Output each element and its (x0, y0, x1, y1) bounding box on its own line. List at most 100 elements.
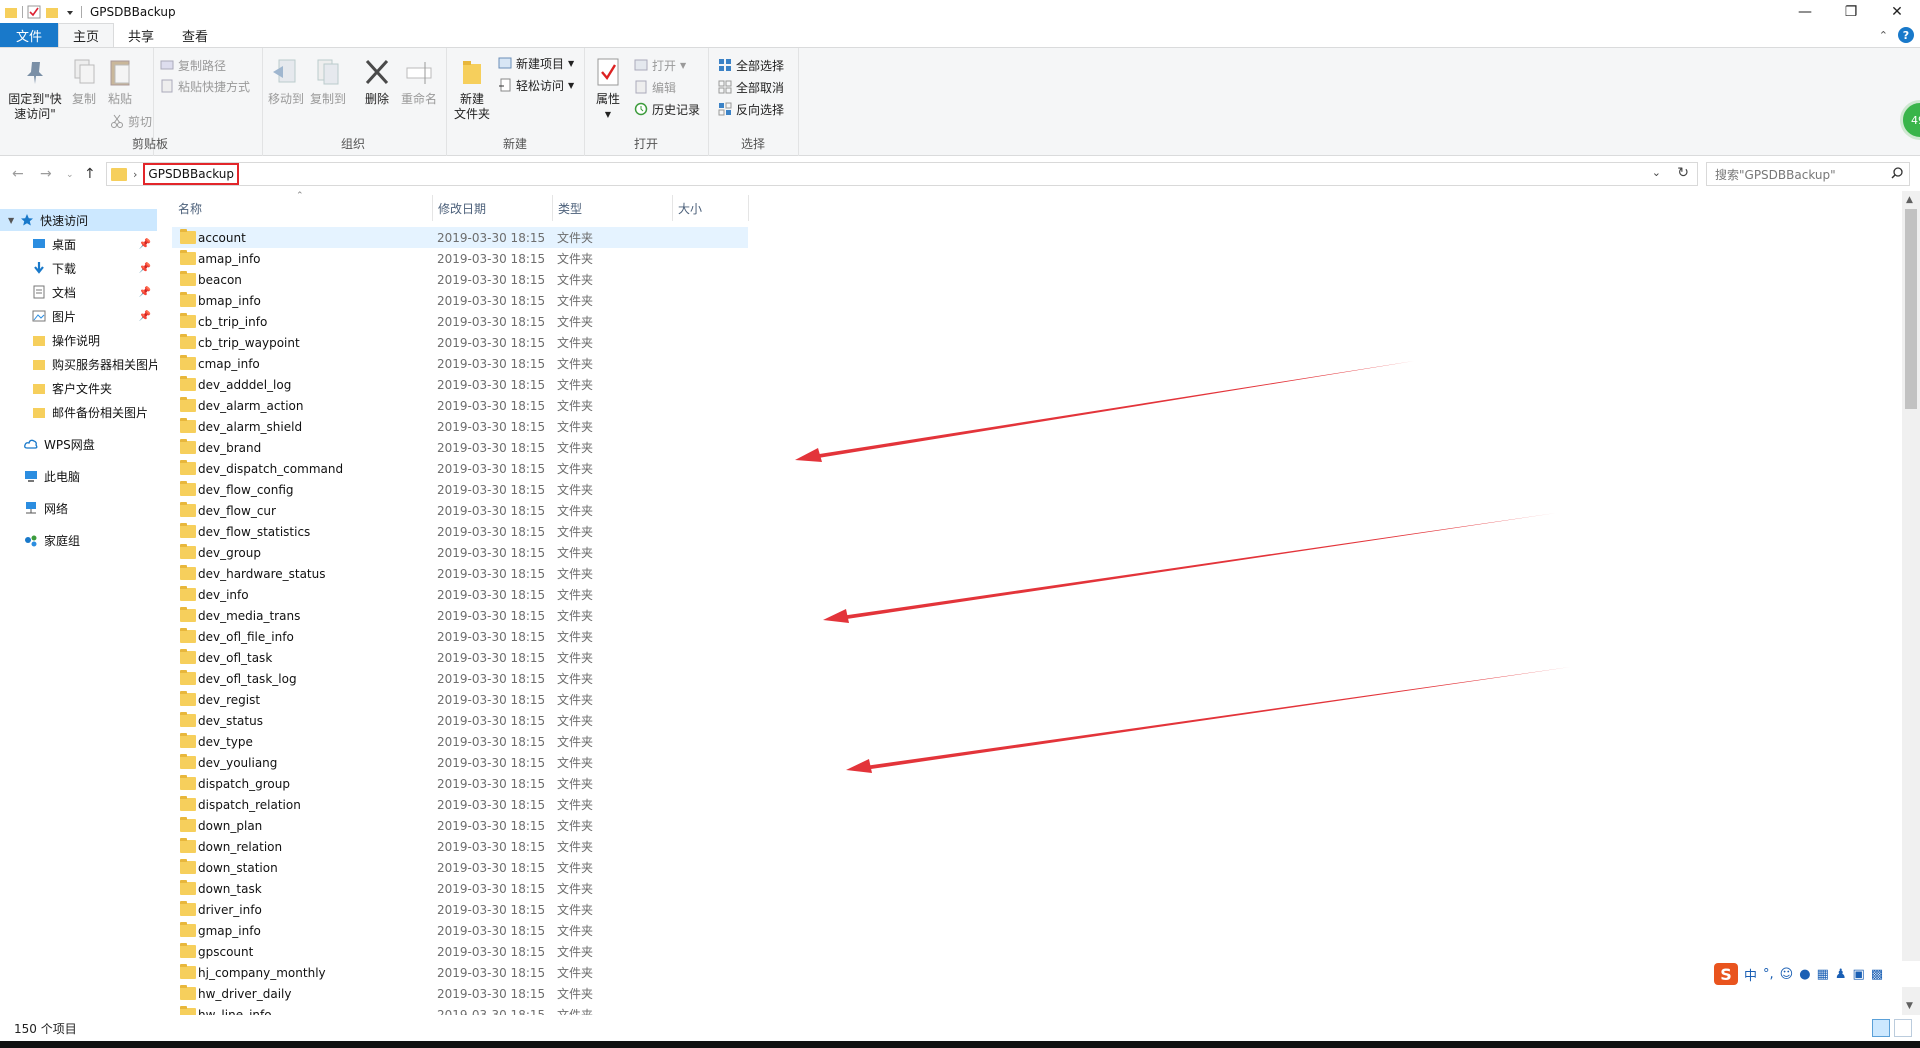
details-view-icon[interactable] (1872, 1019, 1890, 1037)
column-header-name[interactable]: 名称 (172, 191, 432, 225)
table-row[interactable]: down_plan 2019-03-30 18:15 文件夹 (172, 815, 748, 836)
copy-button[interactable]: 复制 (68, 56, 100, 107)
scroll-up-icon[interactable]: ▲ (1906, 195, 1913, 205)
nav-homegroup[interactable]: 家庭组 (0, 529, 157, 551)
table-row[interactable]: bmap_info 2019-03-30 18:15 文件夹 (172, 290, 748, 311)
large-icons-view-icon[interactable] (1894, 1019, 1912, 1037)
table-row[interactable]: dev_alarm_shield 2019-03-30 18:15 文件夹 (172, 416, 748, 437)
ime-mode[interactable]: 中 (1744, 965, 1757, 984)
table-row[interactable]: cmap_info 2019-03-30 18:15 文件夹 (172, 353, 748, 374)
apps-grid-icon[interactable]: ▩ (1871, 967, 1883, 982)
table-row[interactable]: dev_hardware_status 2019-03-30 18:15 文件夹 (172, 563, 748, 584)
column-header-type[interactable]: 类型 (552, 191, 672, 225)
breadcrumb-current[interactable]: GPSDBBackup (143, 163, 240, 185)
column-header-size[interactable]: 大小 (672, 191, 748, 225)
nav-folder-server-images[interactable]: 购买服务器相关图片 (0, 353, 157, 375)
address-dropdown-icon[interactable]: ⌄ (1652, 166, 1661, 179)
table-row[interactable]: dev_media_trans 2019-03-30 18:15 文件夹 (172, 605, 748, 626)
table-row[interactable]: dispatch_relation 2019-03-30 18:15 文件夹 (172, 794, 748, 815)
table-row[interactable]: dev_youliang 2019-03-30 18:15 文件夹 (172, 752, 748, 773)
invert-selection-button[interactable]: 反向选择 (718, 100, 784, 118)
table-row[interactable]: down_task 2019-03-30 18:15 文件夹 (172, 878, 748, 899)
nav-quick-access[interactable]: ▼ 快速访问 (0, 209, 157, 231)
rename-button[interactable]: 重命名 (398, 56, 440, 107)
back-arrow-icon[interactable]: ← (12, 166, 24, 182)
table-row[interactable]: account 2019-03-30 18:15 文件夹 (172, 227, 748, 248)
table-row[interactable]: dev_brand 2019-03-30 18:15 文件夹 (172, 437, 748, 458)
nav-pictures[interactable]: 图片 📌 (0, 305, 157, 327)
nav-desktop[interactable]: 桌面 📌 (0, 233, 157, 255)
search-input[interactable]: 搜索"GPSDBBackup" (1706, 162, 1910, 186)
easy-access-button[interactable]: 轻松访问 ▼ (498, 76, 574, 94)
sogou-logo-icon[interactable]: S (1714, 963, 1738, 985)
table-row[interactable]: dev_flow_statistics 2019-03-30 18:15 文件夹 (172, 521, 748, 542)
table-row[interactable]: amap_info 2019-03-30 18:15 文件夹 (172, 248, 748, 269)
table-row[interactable]: gpscount 2019-03-30 18:15 文件夹 (172, 941, 748, 962)
table-row[interactable]: dev_dispatch_command 2019-03-30 18:15 文件夹 (172, 458, 748, 479)
copy-path-button[interactable]: 复制路径 (160, 56, 226, 74)
table-row[interactable]: dev_info 2019-03-30 18:15 文件夹 (172, 584, 748, 605)
new-folder-button[interactable]: 新建 文件夹 (450, 56, 494, 122)
table-row[interactable]: hw_driver_daily 2019-03-30 18:15 文件夹 (172, 983, 748, 1004)
close-button[interactable]: ✕ (1874, 0, 1920, 23)
skin-icon[interactable]: ▣ (1853, 967, 1865, 982)
table-row[interactable]: hw_line_info 2019-03-30 18:15 文件夹 (172, 1004, 748, 1015)
table-row[interactable]: dev_flow_cur 2019-03-30 18:15 文件夹 (172, 500, 748, 521)
edit-button[interactable]: 编辑 (634, 78, 676, 96)
tab-share[interactable]: 共享 (114, 23, 168, 47)
column-divider[interactable] (748, 195, 749, 221)
search-icon[interactable] (1891, 167, 1903, 182)
table-row[interactable]: dev_ofl_task 2019-03-30 18:15 文件夹 (172, 647, 748, 668)
table-row[interactable]: dev_group 2019-03-30 18:15 文件夹 (172, 542, 748, 563)
properties-button[interactable]: 属性 ▼ (588, 56, 628, 122)
refresh-icon[interactable]: ↻ (1677, 165, 1689, 181)
copy-to-button[interactable]: 复制到 (308, 56, 348, 107)
microphone-icon[interactable]: ● (1799, 967, 1810, 982)
table-row[interactable]: dev_adddel_log 2019-03-30 18:15 文件夹 (172, 374, 748, 395)
select-none-button[interactable]: 全部取消 (718, 78, 784, 96)
customize-dropdown-icon[interactable] (63, 5, 77, 19)
address-bar[interactable]: › GPSDBBackup ⌄ ↻ (106, 162, 1698, 186)
nav-documents[interactable]: 文档 📌 (0, 281, 157, 303)
table-row[interactable]: dev_ofl_task_log 2019-03-30 18:15 文件夹 (172, 668, 748, 689)
expand-chevron-icon[interactable]: ▼ (8, 216, 14, 225)
table-row[interactable]: dev_flow_config 2019-03-30 18:15 文件夹 (172, 479, 748, 500)
new-folder-icon[interactable] (45, 5, 59, 19)
history-button[interactable]: 历史记录 (634, 100, 700, 118)
tab-home[interactable]: 主页 (58, 23, 115, 47)
punctuation-icon[interactable]: °, (1763, 967, 1774, 982)
nav-folder-instructions[interactable]: 操作说明 (0, 329, 157, 351)
nav-downloads[interactable]: 下载 📌 (0, 257, 157, 279)
help-icon[interactable]: ? (1898, 27, 1914, 43)
table-row[interactable]: cb_trip_waypoint 2019-03-30 18:15 文件夹 (172, 332, 748, 353)
table-row[interactable]: cb_trip_info 2019-03-30 18:15 文件夹 (172, 311, 748, 332)
table-row[interactable]: dev_ofl_file_info 2019-03-30 18:15 文件夹 (172, 626, 748, 647)
cut-button[interactable]: 剪切 (110, 112, 152, 130)
nav-folder-mail-backup[interactable]: 邮件备份相关图片 (0, 401, 157, 423)
keyboard-icon[interactable]: ▦ (1817, 967, 1829, 982)
nav-wps-drive[interactable]: WPS网盘 (0, 433, 157, 455)
recent-locations-icon[interactable]: ⌄ (66, 170, 74, 180)
table-row[interactable]: dispatch_group 2019-03-30 18:15 文件夹 (172, 773, 748, 794)
table-row[interactable]: driver_info 2019-03-30 18:15 文件夹 (172, 899, 748, 920)
table-row[interactable]: beacon 2019-03-30 18:15 文件夹 (172, 269, 748, 290)
scroll-down-icon[interactable]: ▼ (1906, 1001, 1913, 1011)
nav-network[interactable]: 网络 (0, 497, 157, 519)
collapse-ribbon-icon[interactable]: ⌃ (1879, 29, 1888, 42)
paste-button[interactable]: 粘贴 (104, 56, 136, 107)
forward-arrow-icon[interactable]: → (40, 166, 52, 182)
column-header-modified[interactable]: 修改日期 (432, 191, 552, 225)
tab-file[interactable]: 文件 (0, 23, 59, 47)
select-all-button[interactable]: 全部选择 (718, 56, 784, 74)
properties-check-icon[interactable] (27, 5, 41, 19)
table-row[interactable]: dev_status 2019-03-30 18:15 文件夹 (172, 710, 748, 731)
nav-folder-clients[interactable]: 客户文件夹 (0, 377, 157, 399)
pin-to-quick-access-button[interactable]: 固定到"快 速访问" (4, 56, 66, 122)
open-button[interactable]: 打开 ▼ (634, 56, 686, 74)
up-arrow-icon[interactable]: ↑ (84, 166, 96, 182)
tab-view[interactable]: 查看 (168, 23, 222, 47)
paste-shortcut-button[interactable]: 粘贴快捷方式 (160, 77, 250, 95)
table-row[interactable]: gmap_info 2019-03-30 18:15 文件夹 (172, 920, 748, 941)
vertical-scrollbar[interactable]: ▲ ▼ (1902, 191, 1920, 1015)
table-row[interactable]: dev_regist 2019-03-30 18:15 文件夹 (172, 689, 748, 710)
